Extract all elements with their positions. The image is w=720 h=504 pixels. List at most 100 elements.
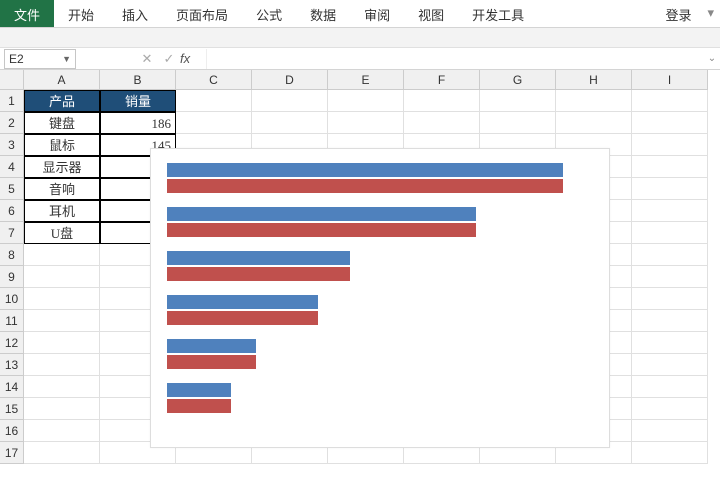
cell[interactable] (556, 90, 632, 112)
cell[interactable] (632, 200, 708, 222)
cell[interactable] (632, 134, 708, 156)
row-head[interactable]: 13 (0, 354, 24, 376)
cell[interactable] (252, 112, 328, 134)
row-head[interactable]: 17 (0, 442, 24, 464)
row-head[interactable]: 6 (0, 200, 24, 222)
tab-view[interactable]: 视图 (404, 0, 458, 27)
row-head[interactable]: 14 (0, 376, 24, 398)
cell[interactable] (24, 332, 100, 354)
tab-developer[interactable]: 开发工具 (458, 0, 538, 27)
fx-label[interactable]: fx (180, 51, 206, 66)
tab-insert[interactable]: 插入 (108, 0, 162, 27)
col-head-h[interactable]: H (556, 70, 632, 90)
ribbon-collapse-icon[interactable]: ▾ (701, 0, 720, 27)
cell[interactable] (632, 156, 708, 178)
row-head[interactable]: 4 (0, 156, 24, 178)
cell[interactable] (632, 266, 708, 288)
name-box-dropdown-icon[interactable]: ▼ (62, 54, 71, 64)
cell[interactable] (24, 354, 100, 376)
chart-bar (167, 355, 256, 369)
chart-bar-group (167, 295, 593, 325)
cell[interactable] (480, 90, 556, 112)
cell[interactable] (24, 310, 100, 332)
row-head[interactable]: 11 (0, 310, 24, 332)
cell[interactable] (24, 266, 100, 288)
embedded-chart[interactable] (150, 148, 610, 448)
row-head[interactable]: 5 (0, 178, 24, 200)
name-box-value: E2 (9, 52, 24, 66)
col-head-g[interactable]: G (480, 70, 556, 90)
cell[interactable] (176, 90, 252, 112)
cell-b1[interactable]: 销量 (100, 90, 176, 112)
cell-a7[interactable]: U盘 (24, 222, 100, 244)
row-head[interactable]: 9 (0, 266, 24, 288)
file-tab[interactable]: 文件 (0, 0, 54, 27)
col-head-f[interactable]: F (404, 70, 480, 90)
cell[interactable] (632, 90, 708, 112)
cell[interactable] (632, 310, 708, 332)
cell-a5[interactable]: 音响 (24, 178, 100, 200)
tab-review[interactable]: 审阅 (350, 0, 404, 27)
cell[interactable] (632, 398, 708, 420)
chart-bar-group (167, 251, 593, 281)
cell-a1[interactable]: 产品 (24, 90, 100, 112)
cell[interactable] (24, 376, 100, 398)
row-head[interactable]: 2 (0, 112, 24, 134)
tab-data[interactable]: 数据 (296, 0, 350, 27)
col-head-d[interactable]: D (252, 70, 328, 90)
row-head[interactable]: 3 (0, 134, 24, 156)
cell[interactable] (556, 112, 632, 134)
col-head-i[interactable]: I (632, 70, 708, 90)
col-head-c[interactable]: C (176, 70, 252, 90)
login-button[interactable]: 登录 (655, 0, 701, 27)
cell-a3[interactable]: 鼠标 (24, 134, 100, 156)
cell-a2[interactable]: 键盘 (24, 112, 100, 134)
row-head[interactable]: 16 (0, 420, 24, 442)
cell[interactable] (632, 376, 708, 398)
cell[interactable] (24, 244, 100, 266)
ribbon: 文件 开始 插入 页面布局 公式 数据 审阅 视图 开发工具 登录 ▾ (0, 0, 720, 28)
cell-b2[interactable]: 186 (100, 112, 176, 134)
col-head-e[interactable]: E (328, 70, 404, 90)
cell[interactable] (480, 112, 556, 134)
column-headers: A B C D E F G H I (24, 70, 708, 90)
cell[interactable] (24, 398, 100, 420)
row-head[interactable]: 7 (0, 222, 24, 244)
cell[interactable] (632, 288, 708, 310)
tab-formulas[interactable]: 公式 (242, 0, 296, 27)
cell[interactable] (632, 222, 708, 244)
cell[interactable] (24, 442, 100, 464)
name-box[interactable]: E2 ▼ (4, 49, 76, 69)
cell[interactable] (632, 244, 708, 266)
row-head[interactable]: 10 (0, 288, 24, 310)
tab-page-layout[interactable]: 页面布局 (162, 0, 242, 27)
tab-home[interactable]: 开始 (54, 0, 108, 27)
cell[interactable] (632, 178, 708, 200)
row-head[interactable]: 15 (0, 398, 24, 420)
col-head-a[interactable]: A (24, 70, 100, 90)
cell[interactable] (24, 420, 100, 442)
chart-bar-group (167, 383, 593, 413)
cell[interactable] (328, 90, 404, 112)
formula-expand-icon[interactable]: ⌄ (704, 53, 720, 64)
cell-a4[interactable]: 显示器 (24, 156, 100, 178)
cell-a6[interactable]: 耳机 (24, 200, 100, 222)
cell[interactable] (24, 288, 100, 310)
cell[interactable] (404, 90, 480, 112)
select-all-corner[interactable] (0, 70, 24, 90)
row-head[interactable]: 8 (0, 244, 24, 266)
cell[interactable] (632, 332, 708, 354)
cell[interactable] (632, 420, 708, 442)
cell[interactable] (252, 90, 328, 112)
cell[interactable] (632, 442, 708, 464)
row-head[interactable]: 1 (0, 90, 24, 112)
formula-input[interactable] (206, 49, 704, 69)
col-head-b[interactable]: B (100, 70, 176, 90)
cell[interactable] (176, 112, 252, 134)
cell[interactable] (632, 112, 708, 134)
cell[interactable] (328, 112, 404, 134)
cell[interactable] (404, 112, 480, 134)
spreadsheet-grid[interactable]: A B C D E F G H I 1 2 3 4 5 6 7 8 9 10 1… (0, 70, 720, 504)
cell[interactable] (632, 354, 708, 376)
row-head[interactable]: 12 (0, 332, 24, 354)
